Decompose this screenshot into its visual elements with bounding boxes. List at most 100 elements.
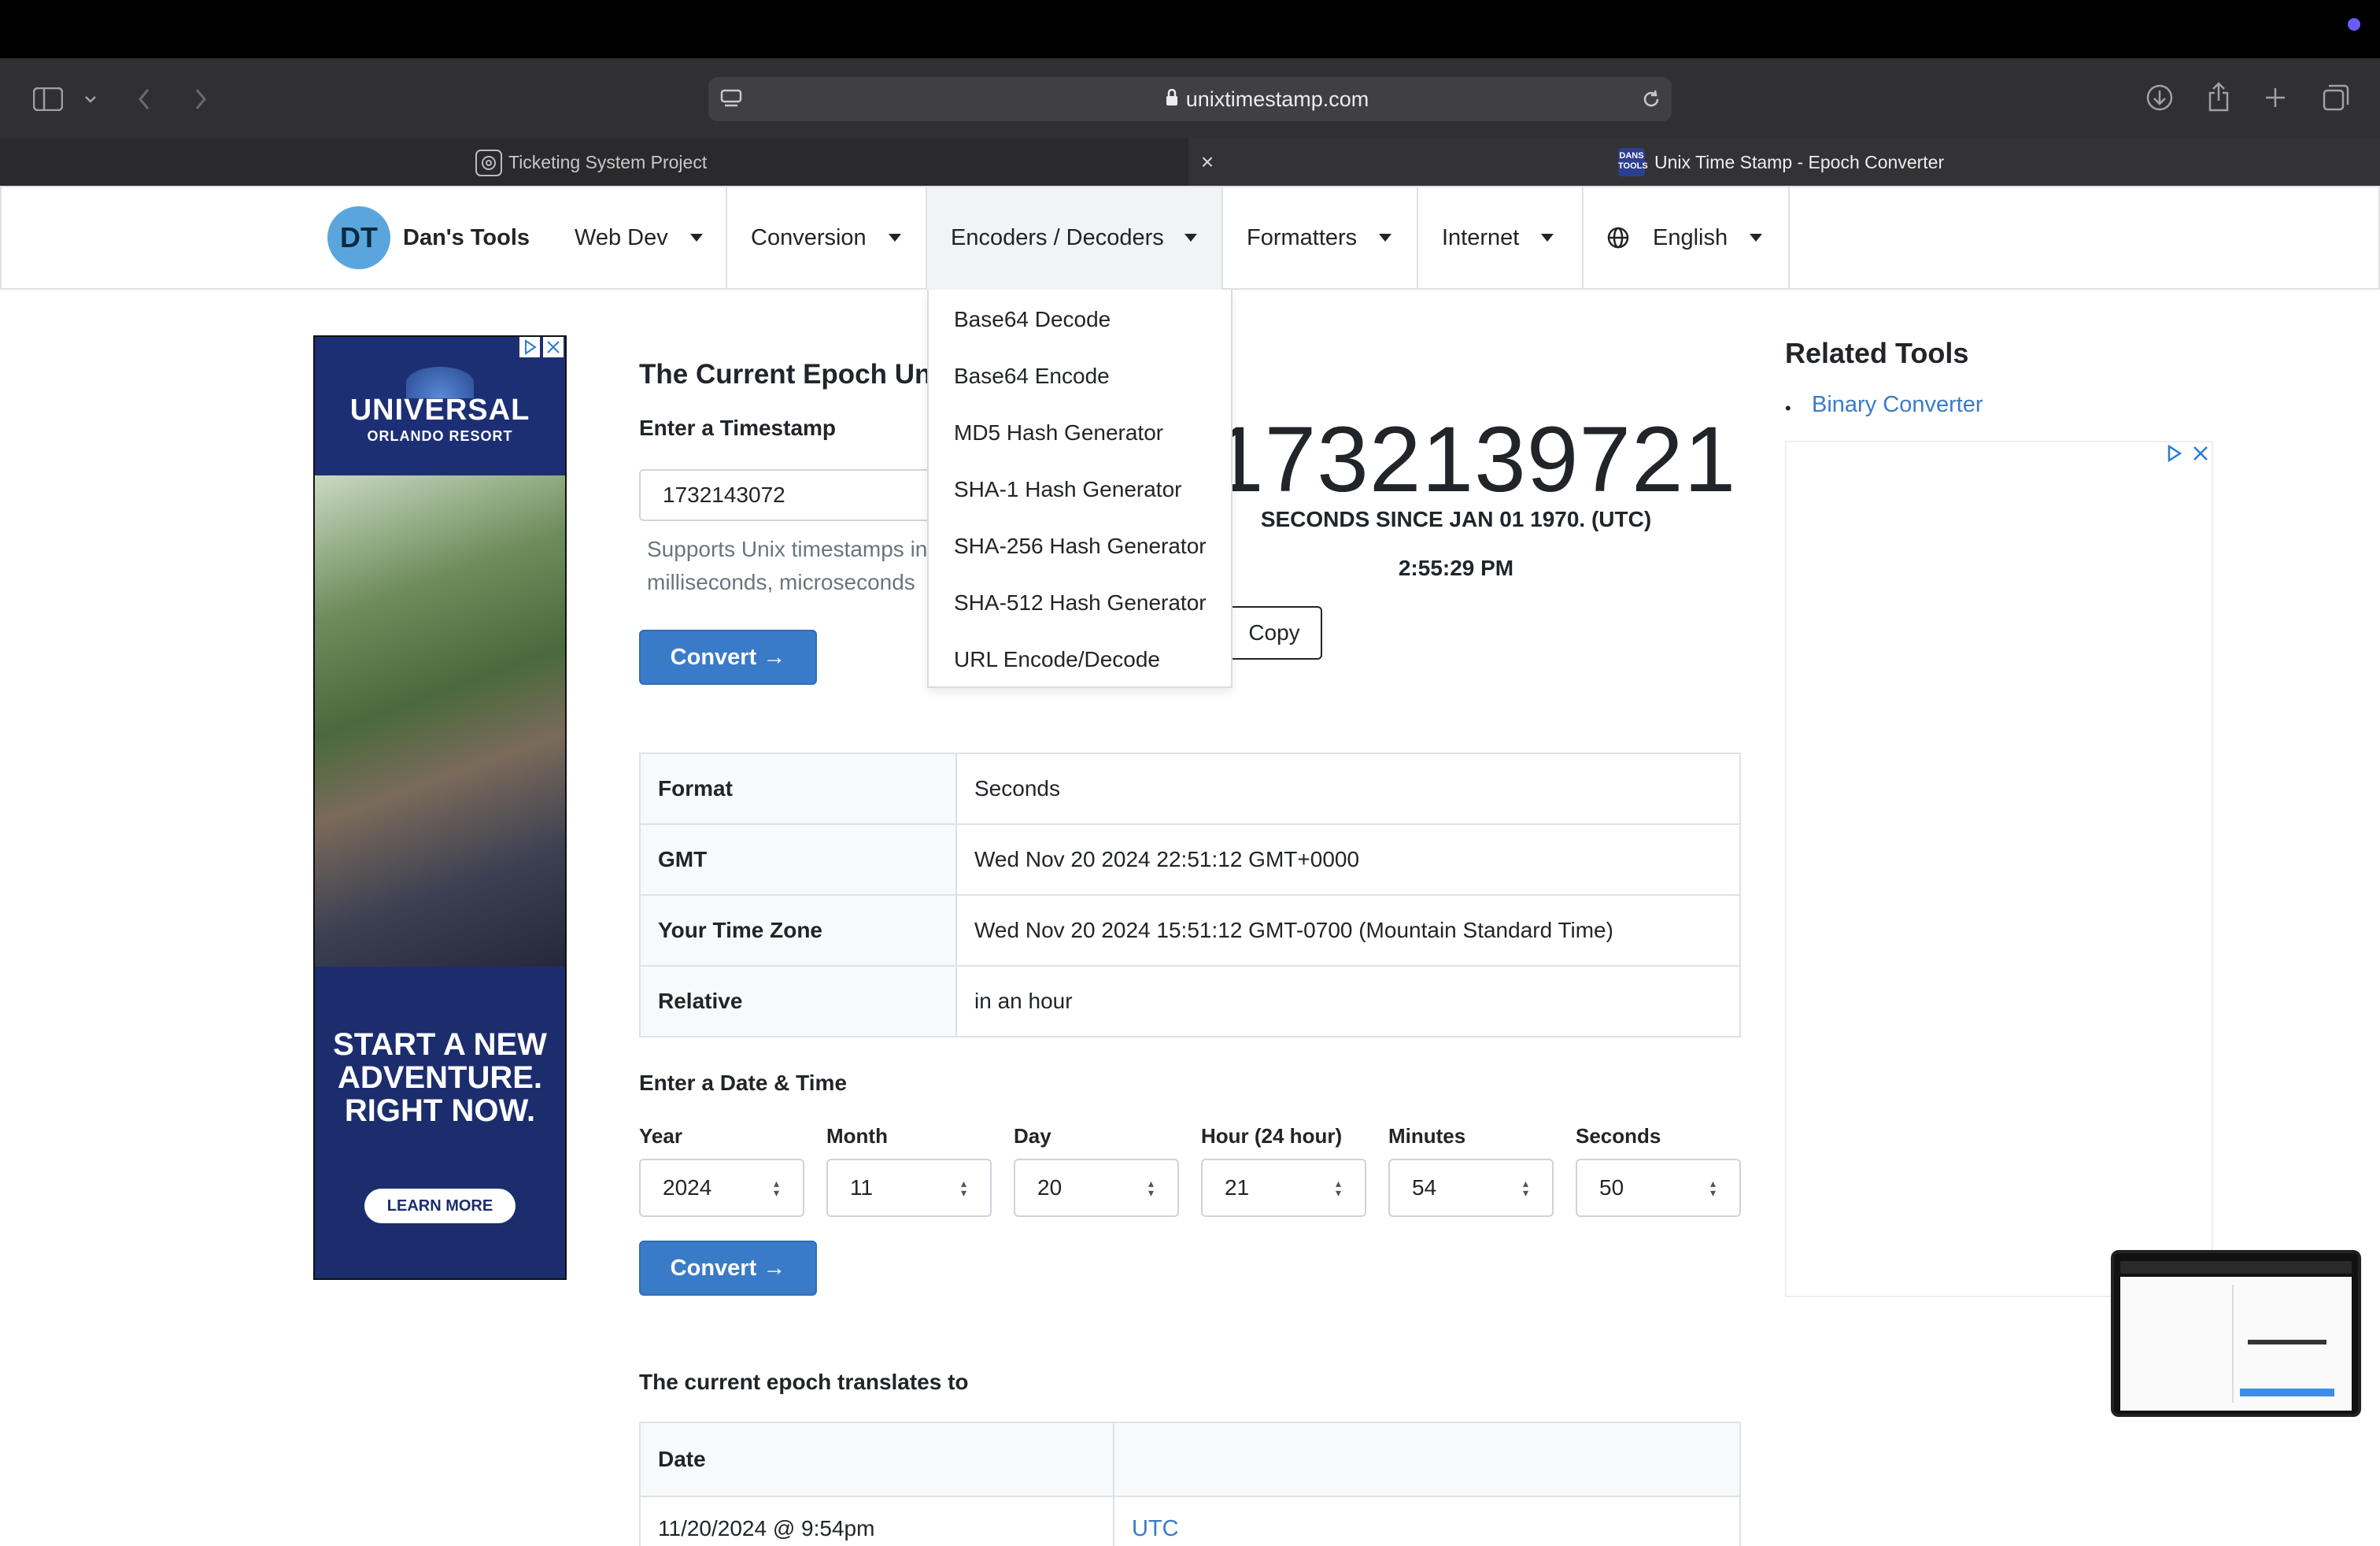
url-text: unixtimestamp.com <box>1185 87 1369 111</box>
nav-language[interactable]: English <box>1607 186 1788 290</box>
row-key: Format <box>639 753 957 825</box>
ad-headline-1: START A NEW <box>333 1027 547 1062</box>
close-tab-icon[interactable]: × <box>1193 142 1221 183</box>
row-key: Relative <box>639 965 957 1037</box>
new-tab-icon[interactable] <box>2259 80 2292 115</box>
ad-headline-2: ADVENTURE. <box>337 1060 543 1095</box>
nav-separator <box>926 186 927 290</box>
caret-down-icon <box>1184 234 1197 242</box>
tab-label-ticketing: Ticketing System Project <box>508 151 708 172</box>
tab-overview-icon[interactable] <box>2319 80 2353 115</box>
system-menu-bar <box>0 0 2380 58</box>
hour-input[interactable]: 21 ▴ ▾ <box>1201 1159 1366 1217</box>
timestamp-label: Enter a Timestamp <box>639 416 837 440</box>
current-time: 2:55:29 PM <box>1398 556 1514 580</box>
ad-choices-icon[interactable] <box>519 337 540 357</box>
nav-internet[interactable]: Internet <box>1442 186 1582 290</box>
nav-label: English <box>1653 224 1728 250</box>
seconds-label: Seconds <box>1576 1124 1661 1148</box>
stepper-icon[interactable]: ▴ ▾ <box>1523 1178 1528 1198</box>
dropdown-item-sha512[interactable]: SHA-512 Hash Generator <box>954 575 1221 631</box>
hour-value: 21 <box>1225 1175 1250 1200</box>
nav-label: Web Dev <box>575 224 668 250</box>
row-key: Your Time Zone <box>639 894 957 967</box>
nav-formatters[interactable]: Formatters <box>1247 186 1417 290</box>
nav-conversion[interactable]: Conversion <box>751 186 924 290</box>
related-link-binary-converter[interactable]: Binary Converter <box>1812 392 2127 422</box>
stepper-icon[interactable]: ▴ ▾ <box>774 1178 779 1198</box>
ad-choices-icon[interactable] <box>2163 442 2185 464</box>
ad-close-icon[interactable] <box>543 337 564 357</box>
minutes-input[interactable]: 54 ▴ ▾ <box>1388 1159 1554 1217</box>
nav-separator <box>1582 186 1584 290</box>
ad-learn-more-button[interactable]: LEARN MORE <box>364 1189 516 1223</box>
dropdown-item-base64-decode[interactable]: Base64 Decode <box>954 291 1221 348</box>
downloads-icon[interactable] <box>2142 80 2177 115</box>
page-menu-icon[interactable] <box>716 85 746 113</box>
day-label: Day <box>1014 1124 1051 1148</box>
ad-close-icon[interactable] <box>2190 442 2212 464</box>
timestamp-hint-line-1: Supports Unix timestamps in <box>647 537 928 561</box>
day-value: 20 <box>1037 1175 1062 1200</box>
table-row: Relative in an hour <box>639 965 1741 1037</box>
table-row: GMT Wed Nov 20 2024 22:51:12 GMT+0000 <box>639 823 1741 896</box>
translate-row-zone-link[interactable]: UTC <box>1132 1516 1289 1544</box>
back-icon[interactable] <box>131 82 157 117</box>
stepper-icon[interactable]: ▴ ▾ <box>1336 1178 1341 1198</box>
epoch-caption: SECONDS SINCE JAN 01 1970. (UTC) <box>1260 507 1652 531</box>
forward-icon[interactable] <box>187 82 214 117</box>
url-display[interactable]: unixtimestamp.com <box>1086 77 1448 121</box>
translate-row-date: 11/20/2024 @ 9:54pm <box>658 1516 875 1540</box>
caret-down-icon <box>1541 234 1554 242</box>
stepper-icon[interactable]: ▴ ▾ <box>961 1178 966 1198</box>
nav-encoders-decoders[interactable]: Encoders / Decoders <box>951 186 1221 290</box>
caret-down-icon <box>1379 234 1392 242</box>
year-input[interactable]: 2024 ▴ ▾ <box>639 1159 804 1217</box>
reload-icon[interactable] <box>1637 85 1665 113</box>
current-epoch-value: 1732139721 <box>1212 408 1737 512</box>
year-label: Year <box>639 1124 682 1148</box>
row-value: Wed Nov 20 2024 22:51:12 GMT+0000 <box>955 823 1741 896</box>
stepper-icon[interactable]: ▴ ▾ <box>1148 1178 1154 1198</box>
row-value: Seconds <box>955 753 1741 825</box>
row-value: in an hour <box>955 965 1741 1037</box>
lock-icon <box>1166 87 1178 112</box>
chevron-down-icon[interactable] <box>79 87 102 112</box>
dropdown-item-md5[interactable]: MD5 Hash Generator <box>954 405 1221 461</box>
result-table: Format Seconds GMT Wed Nov 20 2024 22:51… <box>639 753 1741 1037</box>
nav-label: Conversion <box>751 224 867 250</box>
nav-web-dev[interactable]: Web Dev <box>575 186 724 290</box>
sidebar-toggle-icon[interactable] <box>30 82 66 117</box>
tab-label-unixtimestamp: Unix Time Stamp - Epoch Converter <box>1654 151 1945 172</box>
translate-table-divider <box>1113 1423 1114 1546</box>
nav-label: Formatters <box>1247 224 1358 250</box>
dropdown-item-sha1[interactable]: SHA-1 Hash Generator <box>954 461 1221 518</box>
caret-down-icon <box>888 234 901 242</box>
day-input[interactable]: 20 ▴ ▾ <box>1014 1159 1179 1217</box>
page-title: The Current Epoch Un <box>639 359 932 390</box>
year-value: 2024 <box>663 1175 712 1200</box>
dropdown-item-url-encode[interactable]: URL Encode/Decode <box>954 631 1221 688</box>
ad-photo <box>315 475 565 967</box>
openai-favicon-icon <box>475 150 502 176</box>
nav-separator <box>1417 186 1418 290</box>
hour-label: Hour (24 hour) <box>1201 1124 1343 1148</box>
stepper-icon[interactable]: ▴ ▾ <box>1710 1178 1716 1198</box>
share-icon[interactable] <box>2202 79 2235 115</box>
timestamp-input[interactable]: 1732143072 <box>639 469 954 521</box>
globe-icon <box>1607 227 1629 249</box>
convert-datetime-button[interactable]: Convert → <box>639 1241 817 1296</box>
dans-tools-favicon-icon: DANS TOOLS <box>1618 148 1648 176</box>
convert-timestamp-button[interactable]: Convert → <box>639 630 817 685</box>
brand-logo[interactable]: DT <box>327 206 390 269</box>
ad-brand: UNIVERSAL <box>349 394 530 427</box>
copy-button[interactable]: Copy <box>1228 606 1322 660</box>
dropdown-item-base64-encode[interactable]: Base64 Encode <box>954 348 1221 405</box>
month-input[interactable]: 11 ▴ ▾ <box>826 1159 992 1217</box>
seconds-input[interactable]: 50 ▴ ▾ <box>1576 1159 1741 1217</box>
dropdown-item-sha256[interactable]: SHA-256 Hash Generator <box>954 518 1221 575</box>
picture-in-picture-preview[interactable] <box>2111 1250 2361 1417</box>
row-key: GMT <box>639 823 957 896</box>
nav-separator <box>1788 186 1790 290</box>
advertisement-right[interactable] <box>1785 441 2213 1297</box>
